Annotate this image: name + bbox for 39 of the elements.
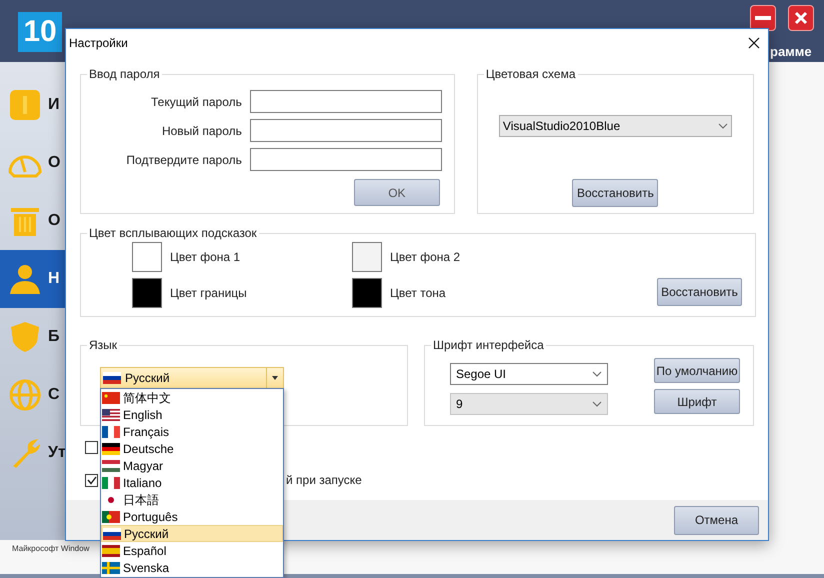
logo: 10	[18, 12, 62, 52]
font-button[interactable]: Шрифт	[654, 389, 740, 414]
checkbox-label: й при запуске	[286, 472, 362, 489]
language-option[interactable]: Français	[101, 423, 283, 440]
sidebar-item[interactable]: О	[0, 134, 72, 192]
sidebar-item[interactable]: Б	[0, 308, 72, 366]
language-option[interactable]: Svenska	[101, 559, 283, 576]
field-label: Подтвердите пароль	[126, 152, 242, 168]
language-option[interactable]: Português	[101, 508, 283, 525]
language-option[interactable]: Magyar	[101, 457, 283, 474]
sidebar-item[interactable]: С	[0, 366, 72, 424]
language-option[interactable]: Русский	[101, 525, 283, 542]
scheme-dropdown[interactable]: VisualStudio2010Blue	[498, 115, 732, 137]
ok-button[interactable]: OK	[354, 179, 440, 206]
group-title: Шрифт интерфейса	[430, 337, 546, 353]
sidebar-item[interactable]: Ут	[0, 424, 72, 482]
language-option[interactable]: Deutsche	[101, 440, 283, 457]
language-option[interactable]: Italiano	[101, 474, 283, 491]
field-label: Новый пароль	[162, 122, 242, 140]
swatch-label: Цвет границы	[170, 285, 247, 302]
language-option[interactable]: Español	[101, 542, 283, 559]
default-button[interactable]: По умолчанию	[654, 358, 740, 383]
footer-text: Майкрософт Window	[12, 543, 90, 555]
language-option[interactable]: 日本語	[101, 491, 283, 508]
font-dropdown[interactable]: Segoe UI	[450, 363, 608, 385]
language-dropdown[interactable]: Русский	[100, 367, 284, 389]
swatch-label: Цвет фона 2	[390, 249, 460, 266]
dialog-title: Настройки	[69, 35, 128, 52]
language-option[interactable]: English	[101, 406, 283, 423]
restore-button[interactable]: Восстановить	[657, 278, 742, 306]
swatch-label: Цвет фона 1	[170, 249, 240, 266]
swatch-label: Цвет тона	[390, 285, 446, 302]
restore-button[interactable]: Восстановить	[572, 179, 658, 207]
field-label: Текущий пароль	[151, 94, 242, 110]
cancel-button[interactable]: Отмена	[674, 506, 759, 534]
sidebar-item[interactable]: И	[0, 76, 72, 134]
menu-item[interactable]: рамме	[770, 42, 812, 62]
sidebar-item[interactable]: О	[0, 192, 72, 250]
language-option[interactable]: 简体中文	[101, 389, 283, 406]
